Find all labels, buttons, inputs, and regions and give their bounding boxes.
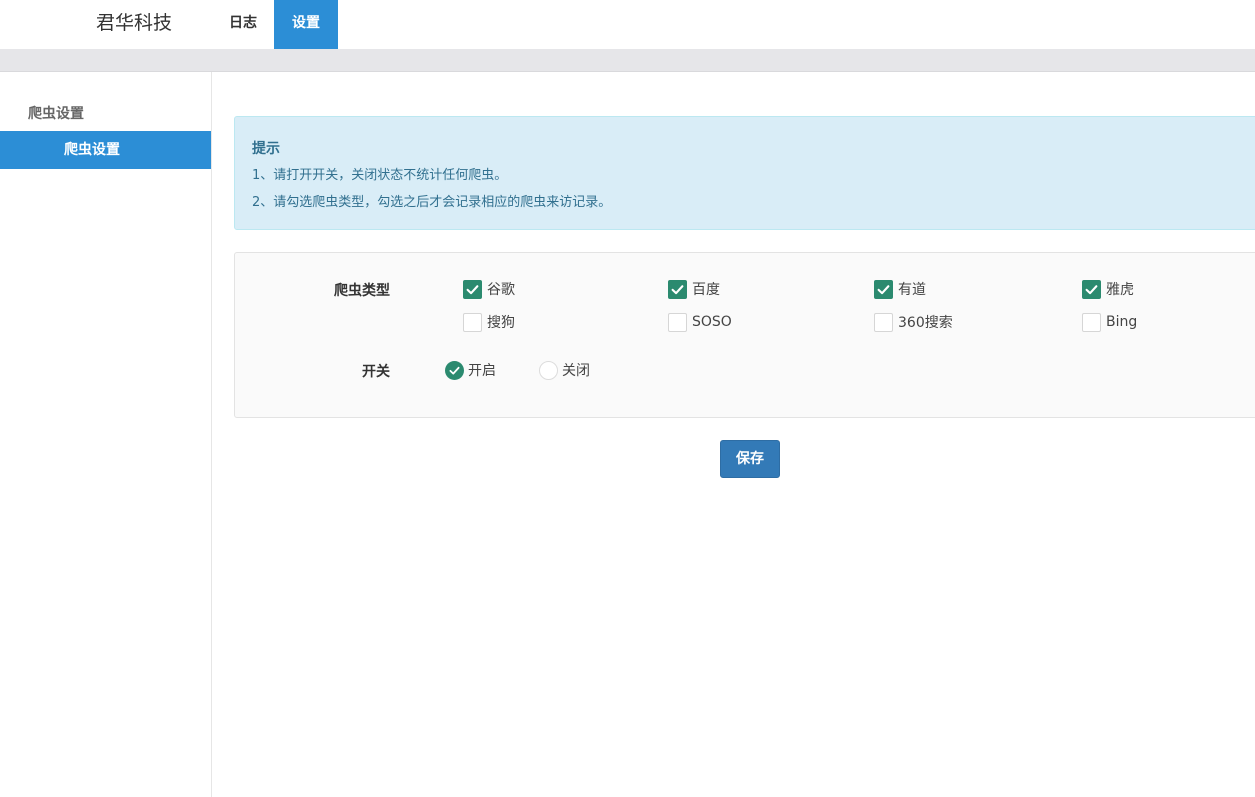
- checkbox-unchecked-icon: [1082, 312, 1101, 332]
- checkbox-label: 360搜索: [898, 315, 953, 331]
- radio-label: 开启: [468, 363, 496, 379]
- radio-on[interactable]: 开启: [445, 359, 496, 381]
- crawler-settings-form: 爬虫类型 谷歌 百度 有道 雅虎 搜狗 SOSO 360搜索 Bing 开关 开…: [234, 252, 1255, 418]
- checkbox-label: 百度: [692, 282, 720, 298]
- checkbox-checked-icon: [1082, 279, 1101, 299]
- checkbox-youdao[interactable]: 有道: [874, 278, 926, 300]
- radio-unselected-icon: [539, 360, 558, 380]
- brand-name: 君华科技: [96, 12, 173, 34]
- checkbox-unchecked-icon: [463, 312, 482, 332]
- checkbox-checked-icon: [668, 279, 687, 299]
- checkbox-checked-icon: [463, 279, 482, 299]
- alert-title: 提示: [252, 141, 280, 157]
- switch-label: 开关: [362, 364, 390, 380]
- checkbox-checked-icon: [874, 279, 893, 299]
- checkbox-label: Bing: [1106, 314, 1138, 330]
- checkbox-label: SOSO: [692, 314, 732, 330]
- radio-off[interactable]: 关闭: [539, 359, 590, 381]
- alert-line-2: 2、请勾选爬虫类型，勾选之后才会记录相应的爬虫来访记录。: [252, 195, 612, 210]
- checkbox-label: 谷歌: [487, 282, 515, 298]
- checkbox-label: 雅虎: [1106, 282, 1134, 298]
- checkbox-label: 有道: [898, 282, 926, 298]
- radio-label: 关闭: [562, 363, 590, 379]
- tab-settings[interactable]: 设置: [274, 0, 338, 49]
- crawler-type-label: 爬虫类型: [334, 283, 390, 299]
- checkbox-label: 搜狗: [487, 315, 515, 331]
- checkbox-sogou[interactable]: 搜狗: [463, 311, 515, 333]
- checkbox-soso[interactable]: SOSO: [668, 311, 732, 333]
- sidebar: 爬虫设置 爬虫设置: [0, 72, 212, 797]
- tip-alert: 提示 1、请打开开关，关闭状态不统计任何爬虫。 2、请勾选爬虫类型，勾选之后才会…: [234, 116, 1255, 230]
- checkbox-unchecked-icon: [874, 312, 893, 332]
- checkbox-yahoo[interactable]: 雅虎: [1082, 278, 1134, 300]
- checkbox-google[interactable]: 谷歌: [463, 278, 515, 300]
- tab-log[interactable]: 日志: [212, 0, 274, 49]
- top-navbar: 君华科技 日志 设置: [0, 0, 1255, 49]
- radio-selected-icon: [445, 360, 464, 380]
- sub-header-bar: [0, 49, 1255, 72]
- save-button[interactable]: 保存: [720, 440, 780, 478]
- checkbox-unchecked-icon: [668, 312, 687, 332]
- sidebar-group-label: 爬虫设置: [28, 106, 84, 122]
- checkbox-bing[interactable]: Bing: [1082, 311, 1137, 333]
- checkbox-360[interactable]: 360搜索: [874, 311, 953, 333]
- checkbox-baidu[interactable]: 百度: [668, 278, 720, 300]
- alert-line-1: 1、请打开开关，关闭状态不统计任何爬虫。: [252, 168, 508, 183]
- sidebar-item-crawler-settings[interactable]: 爬虫设置: [0, 131, 211, 169]
